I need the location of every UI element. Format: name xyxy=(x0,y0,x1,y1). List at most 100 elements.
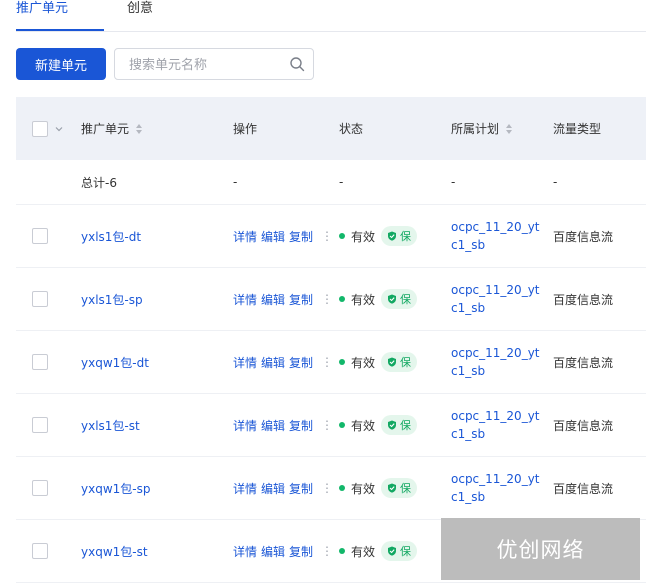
detail-link[interactable]: 详情 xyxy=(233,480,257,497)
tab-creatives[interactable]: 创意 xyxy=(127,0,153,31)
status-cell: 有效 保 xyxy=(339,226,418,246)
detail-link[interactable]: 详情 xyxy=(233,354,257,371)
total-ops: - xyxy=(233,175,238,189)
edit-link[interactable]: 编辑 xyxy=(261,480,285,497)
unit-name-link[interactable]: yxqw1包-st xyxy=(81,543,148,560)
more-icon[interactable]: ⋮ xyxy=(321,355,333,369)
header-name[interactable]: 推广单元 xyxy=(81,97,221,160)
plan-link[interactable]: ocpc_11_20_ytc1_sb xyxy=(451,470,541,506)
detail-link[interactable]: 详情 xyxy=(233,291,257,308)
copy-link[interactable]: 复制 xyxy=(289,291,313,308)
row-actions: 详情 编辑 复制 ⋮ xyxy=(233,417,333,434)
plan-link[interactable]: ocpc_11_20_ytc1_sb xyxy=(451,344,541,380)
header-select xyxy=(32,97,72,160)
copy-link[interactable]: 复制 xyxy=(289,480,313,497)
plan-link[interactable]: ocpc_11_20_ytc1_sb xyxy=(451,407,541,443)
units-table: 推广单元 操作 状态 所属计划 流量类型 总计-6 - - - - yxls1包… xyxy=(16,97,646,583)
copy-link[interactable]: 复制 xyxy=(289,417,313,434)
guarantee-badge: 保 xyxy=(381,478,418,498)
chevron-down-icon[interactable] xyxy=(54,124,64,134)
detail-link[interactable]: 详情 xyxy=(233,417,257,434)
guarantee-badge: 保 xyxy=(381,415,418,435)
edit-link[interactable]: 编辑 xyxy=(261,543,285,560)
table-row: yxqw1包-sp 详情 编辑 复制 ⋮ 有效 保 ocpc_11_20_ytc… xyxy=(16,457,646,520)
more-icon[interactable]: ⋮ xyxy=(321,481,333,495)
edit-link[interactable]: 编辑 xyxy=(261,291,285,308)
more-icon[interactable]: ⋮ xyxy=(321,229,333,243)
row-checkbox[interactable] xyxy=(32,354,48,370)
row-checkbox[interactable] xyxy=(32,543,48,559)
edit-link[interactable]: 编辑 xyxy=(261,354,285,371)
status-dot-icon xyxy=(339,548,345,554)
traffic-type: 百度信息流 xyxy=(553,229,614,244)
select-all-checkbox[interactable] xyxy=(32,120,48,137)
unit-name-link[interactable]: yxls1包-st xyxy=(81,417,140,434)
copy-link[interactable]: 复制 xyxy=(289,543,313,560)
sort-icon[interactable] xyxy=(505,123,513,135)
copy-link[interactable]: 复制 xyxy=(289,228,313,245)
row-checkbox[interactable] xyxy=(32,228,48,244)
status-text: 有效 xyxy=(351,292,376,307)
more-icon[interactable]: ⋮ xyxy=(321,292,333,306)
new-unit-button[interactable]: 新建单元 xyxy=(16,48,106,80)
search-input[interactable] xyxy=(127,49,291,81)
edit-link[interactable]: 编辑 xyxy=(261,417,285,434)
header-ops-label: 操作 xyxy=(233,122,258,136)
badge-label: 保 xyxy=(400,545,412,558)
unit-name-link[interactable]: yxls1包-dt xyxy=(81,228,141,245)
edit-link[interactable]: 编辑 xyxy=(261,228,285,245)
row-checkbox[interactable] xyxy=(32,291,48,307)
badge-label: 保 xyxy=(400,230,412,243)
tab-units[interactable]: 推广单元 xyxy=(16,0,68,31)
header-type-label: 流量类型 xyxy=(553,122,602,136)
table-row: yxls1包-st 详情 编辑 复制 ⋮ 有效 保 ocpc_11_20_ytc… xyxy=(16,394,646,457)
header-plan-label: 所属计划 xyxy=(451,122,500,136)
shield-icon xyxy=(388,420,397,430)
table-row: yxqw1包-dt 详情 编辑 复制 ⋮ 有效 保 ocpc_11_20_ytc… xyxy=(16,331,646,394)
badge-label: 保 xyxy=(400,356,412,369)
shield-icon xyxy=(388,294,397,304)
detail-link[interactable]: 详情 xyxy=(233,543,257,560)
status-text: 有效 xyxy=(351,481,376,496)
traffic-type: 百度信息流 xyxy=(553,355,614,370)
plan-link[interactable]: ocpc_11_20_ytc1_sb xyxy=(451,281,541,317)
badge-label: 保 xyxy=(400,419,412,432)
copy-link[interactable]: 复制 xyxy=(289,354,313,371)
total-plan: - xyxy=(451,175,456,189)
guarantee-badge: 保 xyxy=(381,541,418,561)
search-icon[interactable] xyxy=(289,56,305,72)
row-checkbox[interactable] xyxy=(32,480,48,496)
shield-icon xyxy=(388,357,397,367)
table-header: 推广单元 操作 状态 所属计划 流量类型 xyxy=(16,97,646,160)
traffic-type: 百度信息流 xyxy=(553,481,614,496)
table-row: yxls1包-dt 详情 编辑 复制 ⋮ 有效 保 ocpc_11_20_ytc… xyxy=(16,205,646,268)
more-icon[interactable]: ⋮ xyxy=(321,418,333,432)
more-icon[interactable]: ⋮ xyxy=(321,544,333,558)
status-dot-icon xyxy=(339,233,345,239)
header-name-label: 推广单元 xyxy=(81,122,130,136)
sort-icon[interactable] xyxy=(135,123,143,135)
status-cell: 有效 保 xyxy=(339,541,418,561)
total-type: - xyxy=(553,175,558,189)
traffic-type: 百度信息流 xyxy=(553,292,614,307)
status-dot-icon xyxy=(339,422,345,428)
shield-icon xyxy=(388,231,397,241)
header-plan[interactable]: 所属计划 xyxy=(451,97,546,160)
badge-label: 保 xyxy=(400,482,412,495)
guarantee-badge: 保 xyxy=(381,289,418,309)
status-cell: 有效 保 xyxy=(339,478,418,498)
status-cell: 有效 保 xyxy=(339,289,418,309)
unit-name-link[interactable]: yxqw1包-sp xyxy=(81,480,150,497)
unit-name-link[interactable]: yxqw1包-dt xyxy=(81,354,149,371)
status-dot-icon xyxy=(339,485,345,491)
row-actions: 详情 编辑 复制 ⋮ xyxy=(233,291,333,308)
detail-link[interactable]: 详情 xyxy=(233,228,257,245)
row-checkbox[interactable] xyxy=(32,417,48,433)
status-dot-icon xyxy=(339,296,345,302)
unit-name-link[interactable]: yxls1包-sp xyxy=(81,291,143,308)
tab-bar xyxy=(16,0,646,32)
guarantee-badge: 保 xyxy=(381,226,418,246)
plan-link[interactable]: ocpc_11_20_ytc1_sb xyxy=(451,218,541,254)
header-status-label: 状态 xyxy=(339,122,364,136)
traffic-type: 百度信息流 xyxy=(553,418,614,433)
